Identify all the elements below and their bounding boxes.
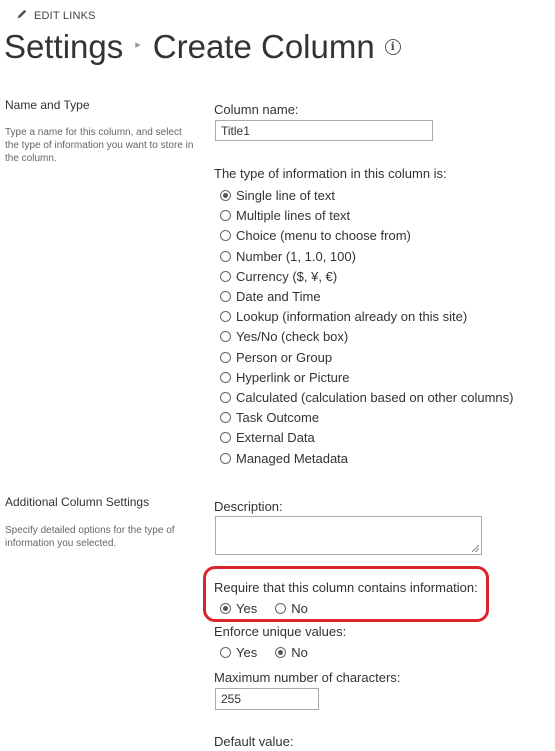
unique-no-radio[interactable] xyxy=(275,647,287,658)
pencil-icon xyxy=(17,9,27,19)
max-chars-label: Maximum number of characters: xyxy=(214,670,401,685)
type-option[interactable]: Task Outcome xyxy=(220,409,319,427)
description-label: Description: xyxy=(214,499,283,514)
type-option-radio[interactable] xyxy=(220,372,231,383)
type-option[interactable]: Multiple lines of text xyxy=(220,207,350,225)
type-option-label: Calculated (calculation based on other c… xyxy=(236,390,514,405)
type-option[interactable]: Single line of text xyxy=(220,187,335,205)
type-option[interactable]: Managed Metadata xyxy=(220,450,348,468)
edit-links-label: EDIT LINKS xyxy=(34,10,96,22)
column-name-label: Column name: xyxy=(214,102,299,117)
require-yes-radio[interactable] xyxy=(220,603,231,614)
type-option[interactable]: Yes/No (check box) xyxy=(220,328,348,346)
type-option-label: External Data xyxy=(236,430,315,445)
info-icon[interactable]: i xyxy=(384,39,401,55)
type-option[interactable]: Lookup (information already on this site… xyxy=(220,308,467,326)
type-option-radio[interactable] xyxy=(220,291,231,302)
type-option-radio[interactable] xyxy=(220,331,231,342)
column-name-input[interactable] xyxy=(215,120,433,141)
type-option[interactable]: Calculated (calculation based on other c… xyxy=(220,389,514,407)
type-option-label: Managed Metadata xyxy=(236,451,349,466)
section-title-name-type: Name and Type xyxy=(5,98,90,112)
unique-label: Enforce unique values: xyxy=(214,624,347,639)
type-option-radio[interactable] xyxy=(220,453,231,464)
type-option[interactable]: Choice (menu to choose from) xyxy=(220,227,411,245)
unique-yes-option[interactable]: Yes xyxy=(220,644,257,662)
unique-no-label: No xyxy=(291,645,308,660)
breadcrumb-settings[interactable]: Settings xyxy=(4,28,123,65)
unique-yes-radio[interactable] xyxy=(220,647,231,658)
page-title: Settings ▸ Create Column i xyxy=(4,28,401,72)
require-yes-label: Yes xyxy=(236,601,258,616)
type-option-label: Single line of text xyxy=(236,188,336,203)
unique-radio-group: Yes No xyxy=(220,644,326,662)
type-option-radio[interactable] xyxy=(220,352,231,363)
type-option[interactable]: Person or Group xyxy=(220,349,332,367)
type-option-label: Choice (menu to choose from) xyxy=(236,228,411,243)
require-no-label: No xyxy=(291,601,308,616)
type-option-radio[interactable] xyxy=(220,251,231,262)
section-description-name-type: Type a name for this column, and select … xyxy=(5,127,194,164)
resize-grip-icon[interactable] xyxy=(472,545,479,552)
type-option-label: Multiple lines of text xyxy=(236,208,351,223)
require-label: Require that this column contains inform… xyxy=(214,580,478,595)
type-option[interactable]: Hyperlink or Picture xyxy=(220,369,349,387)
type-option-radio[interactable] xyxy=(220,392,231,403)
section-title-additional: Additional Column Settings xyxy=(5,495,150,509)
edit-links[interactable]: EDIT LINKS xyxy=(16,8,96,22)
type-option[interactable]: External Data xyxy=(220,429,315,447)
type-option-radio[interactable] xyxy=(220,210,231,221)
type-option[interactable]: Currency ($, ¥, €) xyxy=(220,268,337,286)
type-option-label: Hyperlink or Picture xyxy=(236,370,350,385)
type-option[interactable]: Date and Time xyxy=(220,288,321,306)
unique-no-option[interactable]: No xyxy=(275,644,308,662)
unique-yes-label: Yes xyxy=(236,645,258,660)
type-option-label: Person or Group xyxy=(236,350,333,365)
type-option-radio[interactable] xyxy=(220,311,231,322)
type-label: The type of information in this column i… xyxy=(214,166,447,181)
type-option[interactable]: Number (1, 1.0, 100) xyxy=(220,248,356,266)
type-option-radio[interactable] xyxy=(220,432,231,443)
type-option-label: Date and Time xyxy=(236,289,321,304)
require-radio-group: Yes No xyxy=(220,600,326,618)
section-description-additional: Specify detailed options for the type of… xyxy=(5,525,175,549)
type-option-radio[interactable] xyxy=(220,412,231,423)
type-option-label: Currency ($, ¥, €) xyxy=(236,269,338,284)
type-option-radio[interactable] xyxy=(220,190,231,201)
description-textarea[interactable] xyxy=(215,516,482,555)
page-title-text: Create Column xyxy=(152,28,375,65)
require-no-radio[interactable] xyxy=(275,603,287,614)
require-no-option[interactable]: No xyxy=(275,600,308,618)
breadcrumb-separator-icon: ▸ xyxy=(135,39,141,51)
type-option-label: Lookup (information already on this site… xyxy=(236,309,468,324)
type-option-label: Yes/No (check box) xyxy=(236,329,349,344)
type-option-radio[interactable] xyxy=(220,230,231,241)
max-chars-input[interactable] xyxy=(215,688,319,710)
type-option-label: Number (1, 1.0, 100) xyxy=(236,249,356,264)
type-option-radio[interactable] xyxy=(220,271,231,282)
default-value-label: Default value: xyxy=(214,734,294,749)
type-option-label: Task Outcome xyxy=(236,410,320,425)
require-yes-option[interactable]: Yes xyxy=(220,600,257,618)
